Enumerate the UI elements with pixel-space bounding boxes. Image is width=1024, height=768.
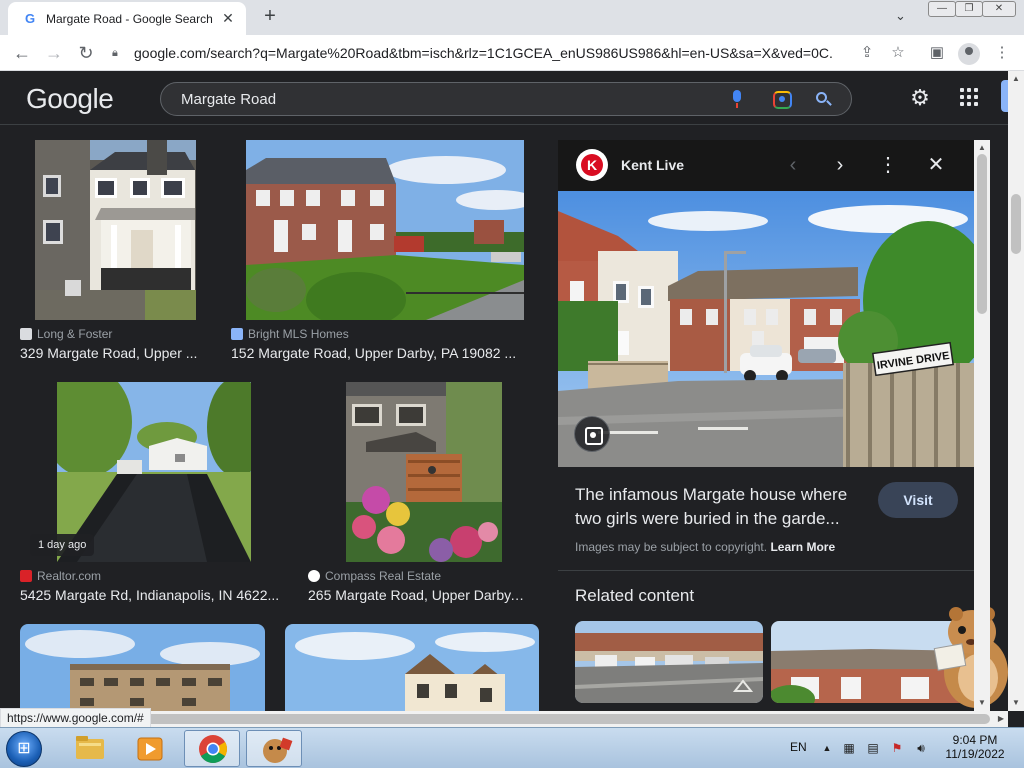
kent-live-logo[interactable]: K: [576, 149, 608, 181]
preview-site-name[interactable]: Kent Live: [621, 157, 684, 173]
page-vertical-scrollbar[interactable]: ▲ ▼: [1008, 71, 1024, 711]
result-source-label: Long & Foster: [37, 327, 113, 341]
windows-taskbar: EN ▲ ▦ ▤ ⚑ 🔊︎ 9:04 PM 11/19/2022: [0, 727, 1024, 768]
realtor-logo-icon: [20, 570, 32, 582]
window-close-button[interactable]: ✕: [982, 1, 1016, 17]
omnibox[interactable]: 🔒︎ google.com/search?q=Margate%20Road&tb…: [112, 40, 912, 66]
status-bar-url: https://www.google.com/#: [0, 708, 151, 728]
page-scrollbar-thumb[interactable]: [1011, 194, 1021, 254]
media-player-icon[interactable]: [122, 730, 178, 767]
result-image-6[interactable]: [285, 624, 539, 711]
file-explorer-icon[interactable]: [62, 730, 118, 767]
share-icon[interactable]: ⇪: [857, 43, 877, 63]
bright-mls-logo-icon: [231, 328, 243, 340]
horizontal-scrollbar-thumb[interactable]: [16, 714, 990, 724]
preview-scrollbar-thumb[interactable]: [977, 154, 987, 314]
google-header: Google Margate Road ⚙: [0, 71, 1008, 125]
volume-icon[interactable]: 🔊︎: [914, 741, 928, 755]
result-caption-1[interactable]: 329 Margate Road, Upper ...: [20, 345, 198, 361]
language-indicator[interactable]: EN: [790, 740, 807, 754]
compass-logo-icon: [308, 570, 320, 582]
visit-button[interactable]: Visit: [878, 482, 958, 518]
result-source-label: Compass Real Estate: [325, 569, 442, 583]
action-center-flag-icon[interactable]: ⚑: [890, 741, 904, 755]
hamster-app-icon[interactable]: [246, 730, 302, 767]
previous-chevron-icon[interactable]: ‹: [781, 153, 805, 177]
display-icon[interactable]: ▤: [866, 741, 880, 755]
result-image-5[interactable]: [20, 624, 265, 711]
divider: [558, 570, 974, 571]
settings-gear-icon[interactable]: ⚙: [908, 86, 932, 110]
forward-arrow-icon[interactable]: →: [43, 42, 65, 64]
result-caption-4[interactable]: 265 Margate Road, Upper Darby, ...: [308, 587, 526, 603]
result-source-4[interactable]: Compass Real Estate: [308, 569, 441, 583]
result-caption-2[interactable]: 152 Margate Road, Upper Darby, PA 19082 …: [231, 345, 523, 361]
browser-tab-strip: G Margate Road - Google Search ✕ + ⌄ — ❐…: [0, 0, 1024, 35]
result-source-label: Realtor.com: [37, 569, 102, 583]
image-results-grid: Long & Foster 329 Margate Road, Upper ..…: [0, 126, 556, 711]
result-source-2[interactable]: Bright MLS Homes: [231, 327, 349, 341]
tab-close-icon[interactable]: ✕: [220, 10, 236, 26]
sign-in-button[interactable]: [1001, 80, 1008, 112]
url-text[interactable]: google.com/search?q=Margate%20Road&tbm=i…: [134, 45, 834, 61]
google-logo[interactable]: Google: [26, 83, 114, 115]
menu-kebab-icon[interactable]: ⋮: [992, 43, 1012, 63]
reload-icon[interactable]: ↻: [75, 42, 97, 64]
result-image-2[interactable]: [246, 140, 524, 320]
result-source-3[interactable]: Realtor.com: [20, 569, 101, 583]
copyright-text: Images may be subject to copyright.: [575, 540, 768, 554]
google-apps-icon[interactable]: [960, 88, 978, 106]
kent-logo-letter: K: [586, 157, 598, 173]
learn-more-link[interactable]: Learn More: [770, 540, 835, 554]
google-favicon-icon: G: [24, 10, 36, 26]
start-button[interactable]: [6, 731, 42, 767]
result-source-1[interactable]: Long & Foster: [20, 327, 112, 341]
tab-search-chevron-icon[interactable]: ⌄: [895, 8, 906, 24]
chrome-taskbar-icon[interactable]: [184, 730, 240, 767]
hamster-mascot-icon[interactable]: [932, 604, 1014, 710]
lock-icon: 🔒︎: [112, 47, 118, 59]
result-caption-3[interactable]: 5425 Margate Rd, Indianapolis, IN 4622..…: [20, 587, 282, 603]
tab-title: Margate Road - Google Search: [46, 11, 213, 26]
result-image-4[interactable]: [346, 382, 502, 562]
search-icon[interactable]: [813, 89, 835, 111]
new-tab-button[interactable]: +: [259, 5, 281, 27]
bookmark-star-icon[interactable]: ☆: [888, 43, 908, 63]
more-options-icon[interactable]: ⋮: [876, 153, 900, 177]
lens-search-button[interactable]: [574, 416, 610, 452]
profile-avatar[interactable]: [958, 43, 980, 65]
preview-title[interactable]: The infamous Margate house where two gir…: [575, 483, 875, 531]
google-lens-icon[interactable]: [773, 91, 792, 109]
related-content-heading: Related content: [575, 586, 695, 605]
scroll-right-arrow-icon[interactable]: ▶: [998, 714, 1004, 723]
result-image-1[interactable]: [35, 140, 196, 320]
restore-button[interactable]: ❐: [955, 1, 983, 17]
related-image-1[interactable]: [575, 621, 763, 703]
freshness-badge: 1 day ago: [30, 534, 95, 556]
search-box[interactable]: Margate Road: [160, 82, 852, 116]
horizontal-scrollbar[interactable]: ▶: [0, 711, 1008, 727]
long-foster-logo-icon: [20, 328, 32, 340]
copyright-notice: Images may be subject to copyright. Lear…: [575, 540, 835, 554]
side-panel-icon[interactable]: ▣: [927, 43, 947, 63]
network-icon[interactable]: ▦: [842, 741, 856, 755]
search-query[interactable]: Margate Road: [181, 91, 276, 108]
clock[interactable]: 9:04 PM 11/19/2022: [940, 733, 1010, 761]
show-hidden-icons-icon[interactable]: ▲: [820, 741, 834, 755]
microphone-icon[interactable]: [730, 89, 744, 109]
browser-tab[interactable]: G Margate Road - Google Search ✕: [8, 2, 246, 35]
clock-date: 11/19/2022: [945, 747, 1005, 761]
next-chevron-icon[interactable]: ›: [828, 153, 852, 177]
minimize-button[interactable]: —: [928, 1, 956, 17]
image-preview-panel: K Kent Live ‹ › ⋮ ✕ IRVINE DRIVE The inf…: [558, 140, 974, 711]
back-arrow-icon[interactable]: ←: [11, 42, 33, 64]
result-source-label: Bright MLS Homes: [248, 327, 349, 341]
preview-scrollbar[interactable]: ▲ ▼: [974, 140, 990, 711]
close-preview-icon[interactable]: ✕: [924, 153, 948, 177]
preview-image[interactable]: IRVINE DRIVE: [558, 191, 974, 467]
address-bar: ← → ↻ 🔒︎ google.com/search?q=Margate%20R…: [0, 35, 1024, 71]
clock-time: 9:04 PM: [952, 733, 998, 747]
preview-header: K Kent Live ‹ › ⋮ ✕: [558, 140, 974, 191]
